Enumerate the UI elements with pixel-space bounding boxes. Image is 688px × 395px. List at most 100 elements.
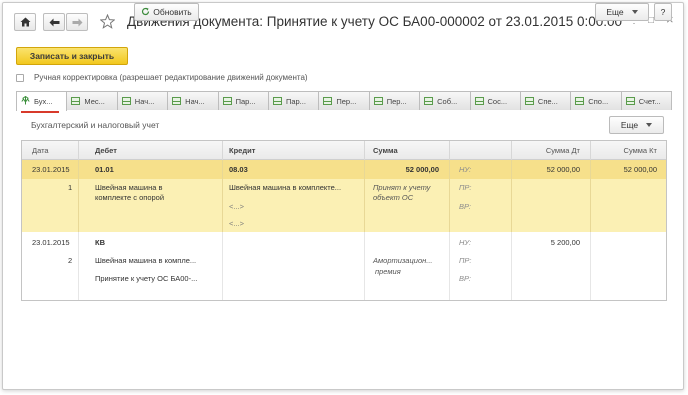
column-divider xyxy=(78,141,79,160)
forward-button[interactable] xyxy=(66,13,88,31)
tab-accounting[interactable]: Бух... xyxy=(16,91,68,111)
tab-register-12[interactable]: Спо... xyxy=(571,91,622,110)
tab-register-6[interactable]: Пар... xyxy=(268,91,320,110)
entry-number: 2 xyxy=(68,256,73,265)
amount-dt[interactable]: 52 000,00 xyxy=(512,165,580,175)
entry-content[interactable]: премия xyxy=(375,267,401,277)
back-button[interactable] xyxy=(43,13,65,31)
save-and-close-button[interactable]: Записать и закрыть xyxy=(16,47,128,65)
column-divider xyxy=(78,160,79,232)
home-icon xyxy=(20,17,31,27)
manual-adjust-label: Ручная корректировка (разрешает редактир… xyxy=(34,73,308,82)
column-header-date[interactable]: Дата xyxy=(32,146,49,155)
tax-accounting-label: НУ: xyxy=(459,165,472,174)
amount-dt[interactable]: 5 200,00 xyxy=(512,238,580,248)
tab-label: Пар... xyxy=(285,96,306,106)
tab-register-5[interactable]: Пар... xyxy=(218,91,269,110)
document-movements-window: Движения документа: Принятие к учету ОС … xyxy=(2,2,684,390)
register-table-icon xyxy=(121,97,131,105)
column-divider xyxy=(449,141,450,160)
tab-label: Спе... xyxy=(537,96,558,106)
tax-accounting-label: НУ: xyxy=(459,238,472,247)
register-tabs: Бух... Мес... Нач... Нач... Пар... Пар..… xyxy=(16,91,673,111)
entry-amount[interactable]: 52 000,00 xyxy=(367,165,439,175)
column-header-credit[interactable]: Кредит xyxy=(229,146,255,155)
manual-adjust-checkbox[interactable] xyxy=(16,73,24,82)
tab-register-4[interactable]: Нач... xyxy=(168,91,219,110)
debit-account[interactable]: КВ xyxy=(95,238,105,248)
entry-content[interactable]: Принят к учету xyxy=(373,183,430,193)
help-button[interactable]: ? xyxy=(654,3,672,21)
register-table-icon xyxy=(474,97,484,105)
column-divider xyxy=(364,232,365,300)
tab-register-3[interactable]: Нач... xyxy=(117,91,169,110)
register-table-icon xyxy=(524,97,534,105)
table-header: Дата Дебет Кредит Сумма Сумма Дт Сумма К… xyxy=(22,141,666,160)
refresh-button[interactable]: Обновить xyxy=(134,3,199,21)
register-table-icon xyxy=(71,97,81,105)
tab-label: Сос... xyxy=(487,96,508,106)
refresh-icon xyxy=(141,7,150,18)
column-header-amount[interactable]: Сумма xyxy=(373,146,398,155)
register-table-icon xyxy=(172,97,182,105)
debit-subconto[interactable]: комплекте с опорой xyxy=(95,193,164,203)
more-label: Еще xyxy=(606,7,624,17)
register-table-icon xyxy=(373,97,383,105)
tab-register-11[interactable]: Спе... xyxy=(520,91,572,110)
register-table-icon xyxy=(272,97,282,105)
tab-register-2[interactable]: Мес... xyxy=(67,91,118,110)
tab-label: Мес... xyxy=(84,96,105,106)
column-header-amount-dt[interactable]: Сумма Дт xyxy=(512,146,580,155)
refresh-label: Обновить xyxy=(153,7,192,17)
debit-subconto[interactable]: Принятие к учету ОС БА00-... xyxy=(95,274,197,284)
permanent-difference-label: ПР: xyxy=(459,183,472,192)
credit-subconto[interactable]: Швейная машина в комплекте... xyxy=(229,183,341,193)
tab-label: Нач... xyxy=(185,96,205,106)
arrow-left-icon xyxy=(49,18,60,27)
chevron-down-icon xyxy=(631,10,638,14)
entry-content[interactable]: Амортизацион... xyxy=(373,256,433,266)
column-divider xyxy=(364,141,365,160)
tab-register-9[interactable]: Соб... xyxy=(420,91,471,110)
tab-label: Нач... xyxy=(134,96,155,106)
entry-date: 23.01.2015 xyxy=(32,165,70,174)
column-divider xyxy=(78,232,79,300)
credit-subconto-empty[interactable]: <...> xyxy=(229,219,244,229)
permanent-difference-label: ПР: xyxy=(459,256,472,265)
grid-more-label: Еще xyxy=(620,120,639,130)
debit-subconto[interactable]: Швейная машина в xyxy=(95,183,163,193)
column-divider xyxy=(222,232,223,300)
tab-register-10[interactable]: Сос... xyxy=(470,91,521,110)
favorite-star-icon[interactable] xyxy=(99,13,116,31)
register-table-icon xyxy=(222,97,232,105)
accounting-register-icon xyxy=(21,95,30,107)
column-divider xyxy=(449,160,450,232)
tab-register-8[interactable]: Пер... xyxy=(369,91,421,110)
tab-label: Счет... xyxy=(638,96,661,106)
temporary-difference-label: ВР: xyxy=(459,202,472,211)
tab-register-13[interactable]: Счет... xyxy=(621,91,673,110)
register-table-icon xyxy=(424,97,434,105)
column-header-amount-kt[interactable]: Сумма Кт xyxy=(591,146,657,155)
more-button[interactable]: Еще xyxy=(595,3,649,21)
debit-account[interactable]: 01.01 xyxy=(95,165,114,175)
home-button[interactable] xyxy=(14,13,36,31)
grid-more-button[interactable]: Еще xyxy=(609,116,664,134)
entries-table: Дата Дебет Кредит Сумма Сумма Дт Сумма К… xyxy=(21,140,667,301)
arrow-right-icon xyxy=(72,18,83,27)
tab-register-7[interactable]: Пер... xyxy=(319,91,370,110)
amount-kt[interactable]: 52 000,00 xyxy=(591,165,657,175)
column-header-debit[interactable]: Дебет xyxy=(95,146,117,155)
entry-content[interactable]: объект ОС xyxy=(373,193,413,203)
column-divider xyxy=(222,160,223,232)
temporary-difference-label: ВР: xyxy=(459,274,472,283)
tab-label: Соб... xyxy=(437,96,458,106)
active-tab-indicator xyxy=(21,111,59,113)
tab-label: Спо... xyxy=(588,96,609,106)
credit-account[interactable]: 08.03 xyxy=(229,165,248,175)
register-table-icon xyxy=(625,97,635,105)
tab-label: Пер... xyxy=(336,96,357,106)
entry-number: 1 xyxy=(68,183,73,192)
debit-subconto[interactable]: Швейная машина в компле... xyxy=(95,256,196,266)
credit-subconto-empty[interactable]: <...> xyxy=(229,202,244,212)
